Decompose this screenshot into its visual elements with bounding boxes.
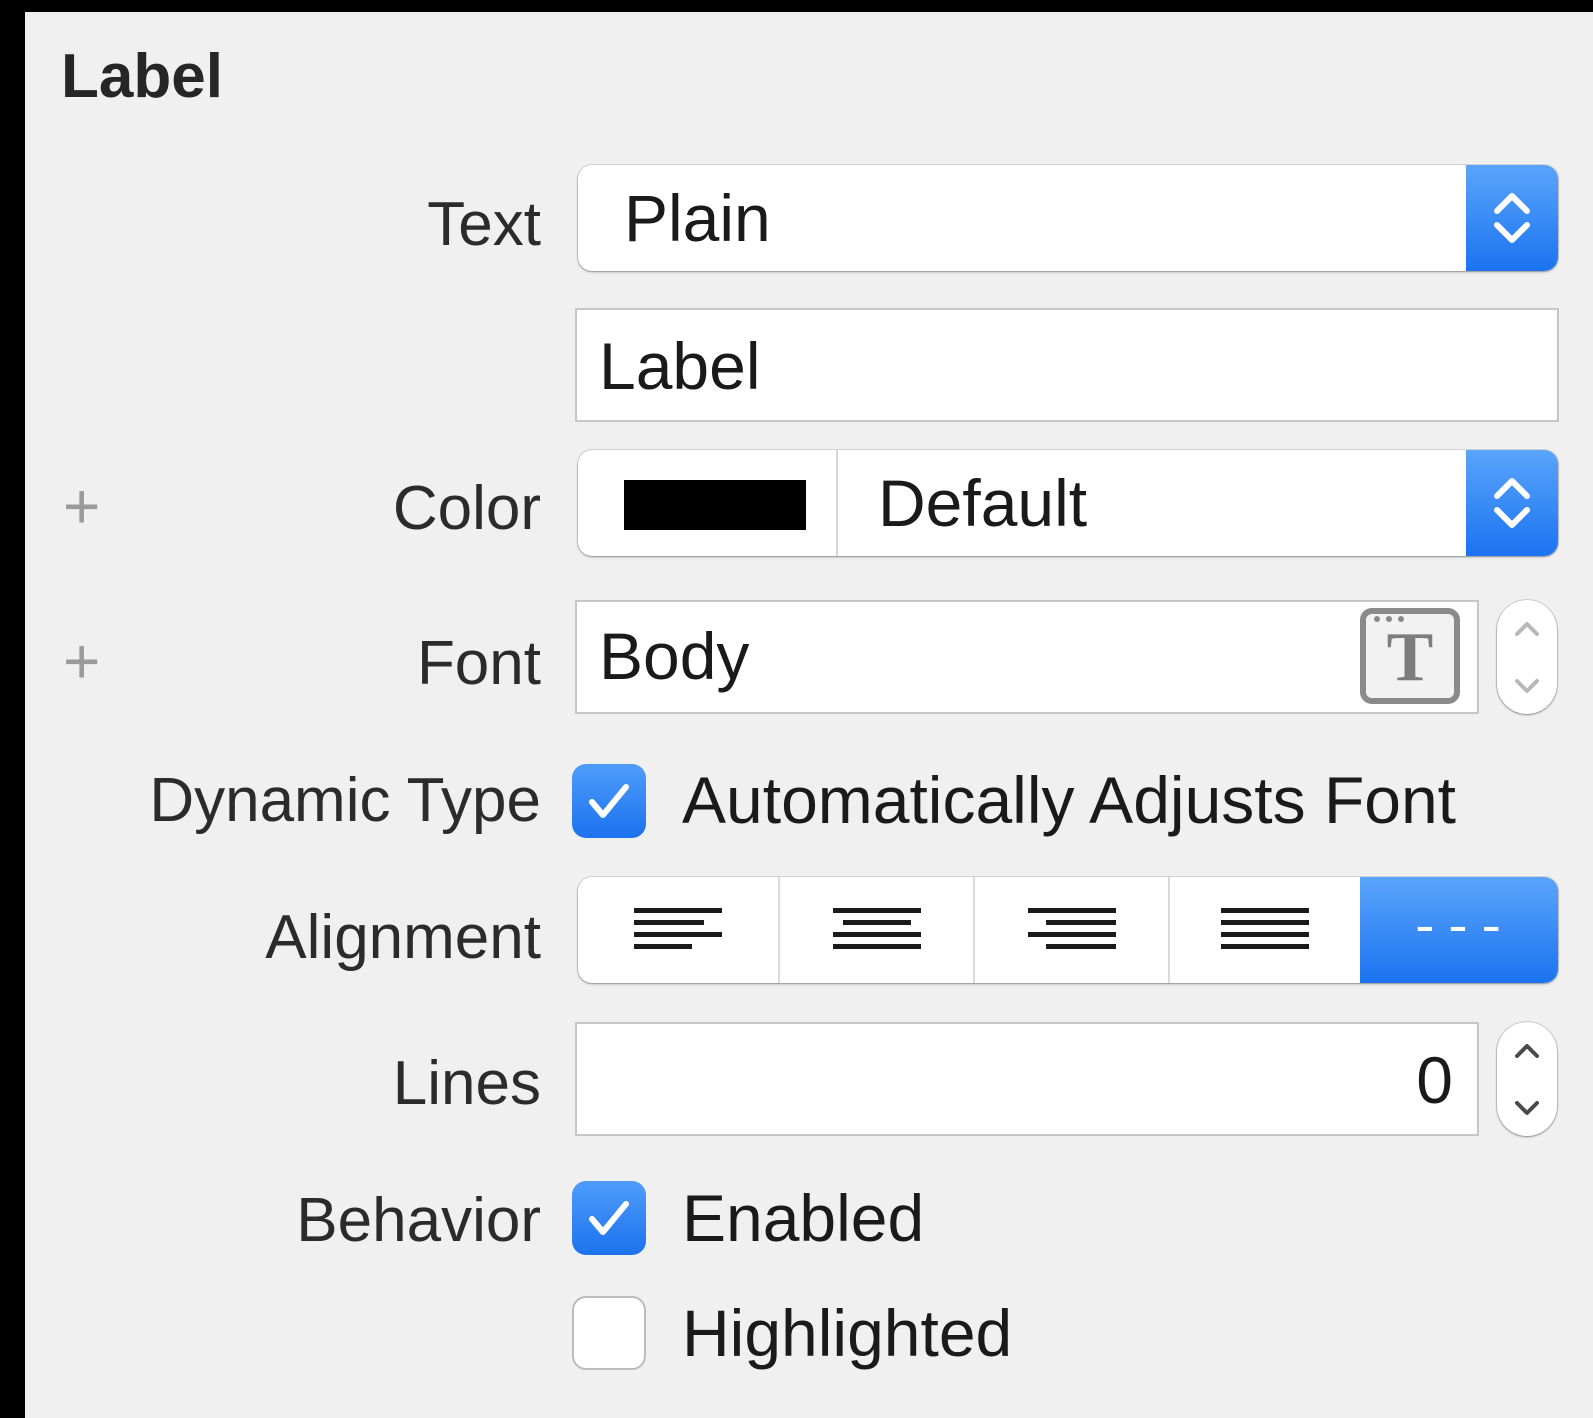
align-left-icon [634, 908, 722, 949]
color-swatch [624, 480, 806, 530]
alignment-label: Alignment [265, 903, 541, 972]
font-label: Font [416, 629, 541, 698]
enabled-checkbox[interactable] [572, 1181, 646, 1255]
section-title: Label [61, 42, 223, 111]
checkmark-icon [589, 1201, 629, 1235]
color-swatch-cell[interactable] [578, 450, 838, 556]
dynamic-type-checkbox[interactable] [572, 764, 646, 838]
text-type-popup[interactable]: Plain [578, 165, 1558, 271]
text-type-value: Plain [624, 181, 771, 255]
highlighted-checkbox-label[interactable]: Highlighted [682, 1296, 1012, 1370]
dynamic-type-checkbox-label[interactable]: Automatically Adjusts Font [682, 763, 1456, 837]
color-label: Color [392, 474, 541, 543]
align-justified-segment[interactable] [1168, 877, 1360, 983]
font-value: Body [599, 619, 750, 693]
align-right-icon [1027, 908, 1116, 949]
stepper-down-icon[interactable] [1497, 657, 1557, 714]
highlighted-checkbox[interactable] [572, 1296, 646, 1370]
lines-stepper[interactable] [1497, 1022, 1557, 1136]
dynamic-type-label: Dynamic Type [149, 766, 541, 835]
align-natural-segment[interactable]: --- [1360, 877, 1558, 983]
checkmark-icon [589, 784, 629, 818]
align-right-segment[interactable] [973, 877, 1168, 983]
popup-arrows-icon [1466, 450, 1558, 556]
text-content-value: Label [599, 329, 761, 403]
text-content-field[interactable]: Label [575, 308, 1559, 422]
align-natural-label: --- [1409, 900, 1509, 959]
font-field[interactable]: Body T [575, 600, 1479, 714]
add-color-variation-icon[interactable]: + [63, 474, 100, 538]
enabled-checkbox-label[interactable]: Enabled [682, 1181, 924, 1255]
behavior-label: Behavior [296, 1186, 541, 1255]
stepper-up-icon[interactable] [1497, 1022, 1557, 1079]
align-left-segment[interactable] [578, 877, 778, 983]
lines-label: Lines [392, 1049, 541, 1118]
attributes-inspector-panel: Label Text Plain Label + Color Default +… [25, 12, 1593, 1418]
color-value: Default [878, 466, 1088, 540]
align-center-segment[interactable] [778, 877, 973, 983]
font-size-stepper[interactable] [1497, 600, 1557, 714]
text-label: Text [427, 190, 541, 259]
stepper-up-icon[interactable] [1497, 600, 1557, 657]
color-popup[interactable]: Default [578, 450, 1558, 556]
lines-value: 0 [1416, 1043, 1453, 1117]
align-justified-icon [1221, 908, 1309, 949]
alignment-segmented-control[interactable]: --- [578, 877, 1558, 983]
add-font-variation-icon[interactable]: + [63, 629, 100, 693]
align-center-icon [832, 908, 921, 949]
font-picker-icon[interactable]: T [1360, 608, 1460, 704]
popup-arrows-icon [1466, 165, 1558, 271]
stepper-down-icon[interactable] [1497, 1079, 1557, 1136]
lines-field[interactable]: 0 [575, 1022, 1479, 1136]
font-picker-glyph: T [1386, 619, 1434, 696]
